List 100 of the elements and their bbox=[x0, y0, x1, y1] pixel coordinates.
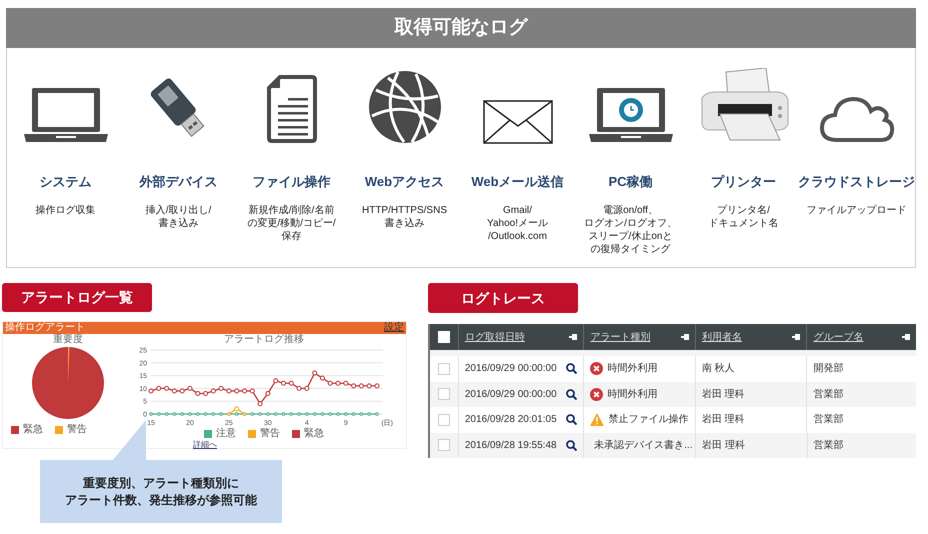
data-point bbox=[296, 386, 302, 391]
data-point bbox=[297, 412, 301, 416]
globe-icon bbox=[368, 70, 442, 144]
data-point bbox=[266, 412, 270, 416]
data-point bbox=[312, 370, 318, 376]
description-line: 操作ログ収集 bbox=[36, 204, 96, 216]
section-label: ログトレース bbox=[428, 283, 578, 313]
description-line: ファイルアップロード bbox=[806, 204, 906, 216]
data-point bbox=[234, 388, 240, 394]
data-point bbox=[149, 412, 153, 416]
table-cell-text: 時間外利用 bbox=[607, 362, 658, 376]
table-cell-text: 岩田 理科 bbox=[702, 438, 745, 453]
description-line: ドキュメント名 bbox=[708, 216, 778, 230]
data-point bbox=[210, 388, 216, 394]
data-point bbox=[367, 412, 371, 416]
data-point bbox=[172, 412, 176, 416]
data-point bbox=[351, 383, 356, 388]
table-cell-text: 2016/09/29 00:00:00 bbox=[464, 388, 557, 402]
table-cell-text: 営業部 bbox=[814, 438, 844, 453]
data-point bbox=[336, 412, 340, 416]
data-point bbox=[305, 412, 309, 416]
pie-title: 重要度 bbox=[53, 334, 83, 346]
search-icon[interactable] bbox=[566, 363, 578, 374]
log-type-title: 外部デバイス bbox=[140, 173, 218, 191]
laptop-clock-icon bbox=[586, 86, 674, 144]
settings-link[interactable]: 設定 bbox=[384, 322, 404, 334]
description-line: Yahoo!メール bbox=[487, 216, 548, 230]
log-type-title: クラウドストレージ bbox=[798, 173, 915, 191]
description-line: HTTP/HTTPS/SNS bbox=[362, 204, 447, 216]
table-cell-text: 岩田 理科 bbox=[702, 388, 745, 402]
data-point bbox=[196, 412, 200, 416]
column-header[interactable]: グループ名 bbox=[813, 330, 864, 344]
data-point bbox=[360, 412, 364, 416]
callout-line: 重要度別、アラート種類別に bbox=[83, 474, 239, 492]
data-point bbox=[312, 412, 316, 416]
table-cell-text: 2016/09/29 00:00:00 bbox=[464, 362, 557, 376]
data-point bbox=[358, 383, 364, 388]
data-point bbox=[226, 388, 232, 394]
table-cell-text: 開発部 bbox=[813, 362, 844, 376]
data-point bbox=[336, 380, 341, 386]
pin-icon[interactable] bbox=[792, 334, 800, 340]
callout-line: アラート件数、発生推移が参照可能 bbox=[65, 492, 257, 508]
document-icon bbox=[266, 74, 318, 144]
data-point bbox=[328, 412, 332, 416]
data-point bbox=[344, 412, 348, 416]
data-point bbox=[156, 386, 162, 391]
data-point bbox=[288, 380, 294, 386]
data-point bbox=[258, 401, 263, 406]
screen-title: 操作ログアラート bbox=[5, 322, 85, 334]
description-line: Gmail/ bbox=[503, 204, 532, 216]
checkbox[interactable] bbox=[438, 414, 450, 426]
log-type-title: PC稼働 bbox=[608, 173, 653, 191]
cloud-icon bbox=[818, 94, 894, 144]
section-header: 取得可能なログ bbox=[6, 8, 916, 48]
search-icon[interactable] bbox=[566, 414, 578, 426]
details-link[interactable]: 詳細へ bbox=[193, 440, 217, 449]
column-header[interactable]: 利用者名 bbox=[702, 330, 742, 344]
data-point bbox=[195, 391, 200, 396]
pin-icon[interactable] bbox=[680, 334, 689, 340]
error-icon bbox=[590, 362, 604, 376]
data-point bbox=[212, 412, 216, 416]
description-line: ログオン/ログオフ、 bbox=[584, 216, 677, 230]
pin-icon[interactable] bbox=[569, 334, 578, 340]
data-point bbox=[164, 386, 170, 391]
data-point bbox=[273, 378, 278, 384]
data-point bbox=[180, 388, 185, 394]
column-header[interactable]: アラート種別 bbox=[590, 330, 650, 344]
description-line: 保存 bbox=[282, 230, 302, 242]
data-point bbox=[164, 412, 168, 416]
data-point bbox=[374, 383, 380, 388]
data-point bbox=[328, 380, 333, 386]
legend-label: 警告 bbox=[67, 424, 87, 436]
data-point bbox=[157, 412, 161, 416]
legend-label: 緊急 bbox=[304, 428, 324, 440]
search-icon[interactable] bbox=[566, 440, 578, 451]
search-icon[interactable] bbox=[566, 388, 578, 400]
laptop-icon bbox=[22, 86, 110, 144]
data-point bbox=[282, 412, 286, 416]
table-cell-text: 2016/09/28 19:55:48 bbox=[464, 438, 557, 453]
checkbox[interactable] bbox=[438, 388, 450, 400]
description-line: 書き込み bbox=[384, 216, 424, 230]
data-point bbox=[188, 412, 192, 416]
description-line: 新規作成/削除/名前 bbox=[248, 204, 334, 216]
column-header[interactable]: ログ取得日時 bbox=[464, 330, 525, 344]
table-cell-text: 南 秋人 bbox=[702, 362, 735, 376]
log-type-title: ファイル操作 bbox=[252, 173, 330, 191]
data-point bbox=[250, 412, 254, 416]
table-cell-text: 2016/09/28 20:01:05 bbox=[464, 413, 557, 428]
description-line: スリープ/休止onと bbox=[588, 230, 672, 242]
data-point bbox=[250, 388, 255, 394]
pin-icon[interactable] bbox=[902, 334, 910, 340]
data-point bbox=[265, 391, 270, 396]
checkbox[interactable] bbox=[438, 439, 450, 452]
data-point bbox=[366, 383, 372, 388]
data-point bbox=[274, 412, 278, 416]
data-point bbox=[172, 388, 177, 394]
table-cell-text: 営業部 bbox=[813, 388, 844, 402]
table-cell-text: 時間外利用 bbox=[607, 388, 658, 402]
checkbox[interactable] bbox=[438, 362, 450, 375]
warning-icon bbox=[590, 413, 604, 426]
